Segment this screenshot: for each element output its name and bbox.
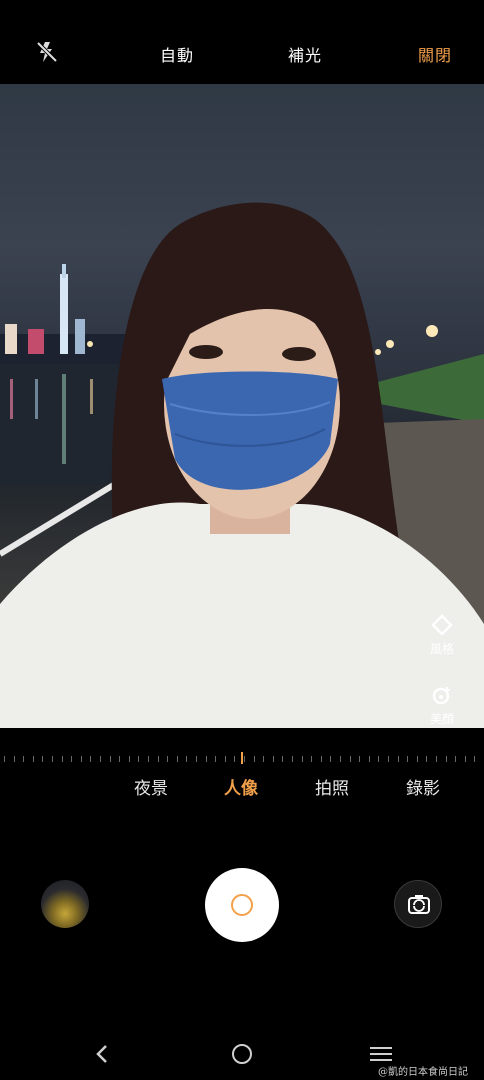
beauty-tool[interactable]: 美顏 — [420, 684, 464, 727]
ruler-tick — [177, 756, 178, 762]
ruler-tick — [407, 756, 408, 762]
ruler-tick — [90, 756, 91, 762]
flash-off-option[interactable]: 關閉 — [418, 42, 452, 66]
ruler-tick — [282, 756, 283, 762]
ruler-tick — [455, 756, 456, 762]
ruler-tick — [350, 756, 351, 762]
ruler-tick — [474, 756, 475, 762]
ruler-tick — [14, 756, 15, 762]
flash-off-icon[interactable] — [36, 40, 58, 64]
ruler-tick — [71, 756, 72, 762]
style-label: 風格 — [429, 642, 454, 656]
ruler-tick — [292, 756, 293, 762]
ruler-tick — [225, 756, 226, 762]
camera-top-bar: 自動 補光 關閉 — [0, 0, 484, 84]
ruler-tick — [244, 756, 245, 762]
ruler-tick — [388, 756, 389, 762]
ruler-tick — [110, 756, 111, 762]
flash-auto-option[interactable]: 自動 — [160, 42, 194, 66]
ruler-tick — [311, 756, 312, 762]
ruler-tick — [206, 756, 207, 762]
zoom-ruler[interactable] — [0, 752, 484, 766]
ruler-tick — [234, 756, 235, 762]
home-icon[interactable] — [232, 1044, 252, 1064]
ruler-tick — [369, 756, 370, 762]
style-tool[interactable]: 風格 — [420, 614, 464, 657]
ruler-tick — [465, 756, 466, 762]
ruler-tick — [167, 756, 168, 762]
ruler-tick — [42, 756, 43, 762]
shutter-button[interactable] — [205, 868, 279, 942]
ruler-tick — [378, 756, 379, 762]
ruler-tick — [254, 756, 255, 762]
ruler-tick — [273, 756, 274, 762]
ruler-tick — [4, 756, 5, 762]
ruler-tick — [33, 756, 34, 762]
ruler-tick — [446, 756, 447, 762]
camera-viewfinder[interactable]: 風格 美顏 鏡頭 — [0, 84, 484, 728]
ruler-tick — [129, 756, 130, 762]
ruler-tick — [426, 756, 427, 762]
ruler-tick — [302, 756, 303, 762]
ruler-tick — [330, 756, 331, 762]
ruler-active-tick — [241, 752, 243, 764]
ruler-tick — [138, 756, 139, 762]
gallery-thumbnail[interactable] — [41, 880, 89, 928]
ruler-tick — [263, 756, 264, 762]
ruler-tick — [148, 756, 149, 762]
fill-light-option[interactable]: 補光 — [288, 42, 322, 66]
camera-flip-button[interactable] — [394, 880, 442, 928]
ruler-tick — [196, 756, 197, 762]
ruler-tick — [186, 756, 187, 762]
camera-flip-icon — [408, 895, 430, 914]
ruler-tick — [340, 756, 341, 762]
back-icon[interactable] — [90, 1042, 114, 1066]
viewfinder-scene — [0, 202, 484, 728]
ruler-tick — [81, 756, 82, 762]
ruler-tick — [359, 756, 360, 762]
mode-video[interactable]: 錄影 — [406, 774, 440, 799]
ruler-tick — [52, 756, 53, 762]
ruler-tick — [321, 756, 322, 762]
beauty-icon — [432, 687, 450, 705]
mode-night[interactable]: 夜景 — [134, 774, 168, 799]
beauty-label: 美顏 — [429, 712, 454, 726]
ruler-tick — [100, 756, 101, 762]
ruler-tick — [417, 756, 418, 762]
mode-portrait[interactable]: 人像 — [224, 774, 258, 799]
ruler-tick — [436, 756, 437, 762]
ruler-tick — [119, 756, 120, 762]
mode-selector: 夜景 人像 拍照 錄影 — [0, 774, 484, 804]
ruler-tick — [62, 756, 63, 762]
diamond-icon — [431, 614, 453, 636]
shutter-ring-icon — [231, 894, 253, 916]
ruler-tick — [23, 756, 24, 762]
ruler-tick — [398, 756, 399, 762]
ruler-tick — [215, 756, 216, 762]
menu-icon[interactable] — [370, 1046, 392, 1062]
ruler-tick — [158, 756, 159, 762]
watermark-text: @凱的日本食尚日記 — [378, 1067, 468, 1078]
mode-photo[interactable]: 拍照 — [315, 774, 349, 799]
